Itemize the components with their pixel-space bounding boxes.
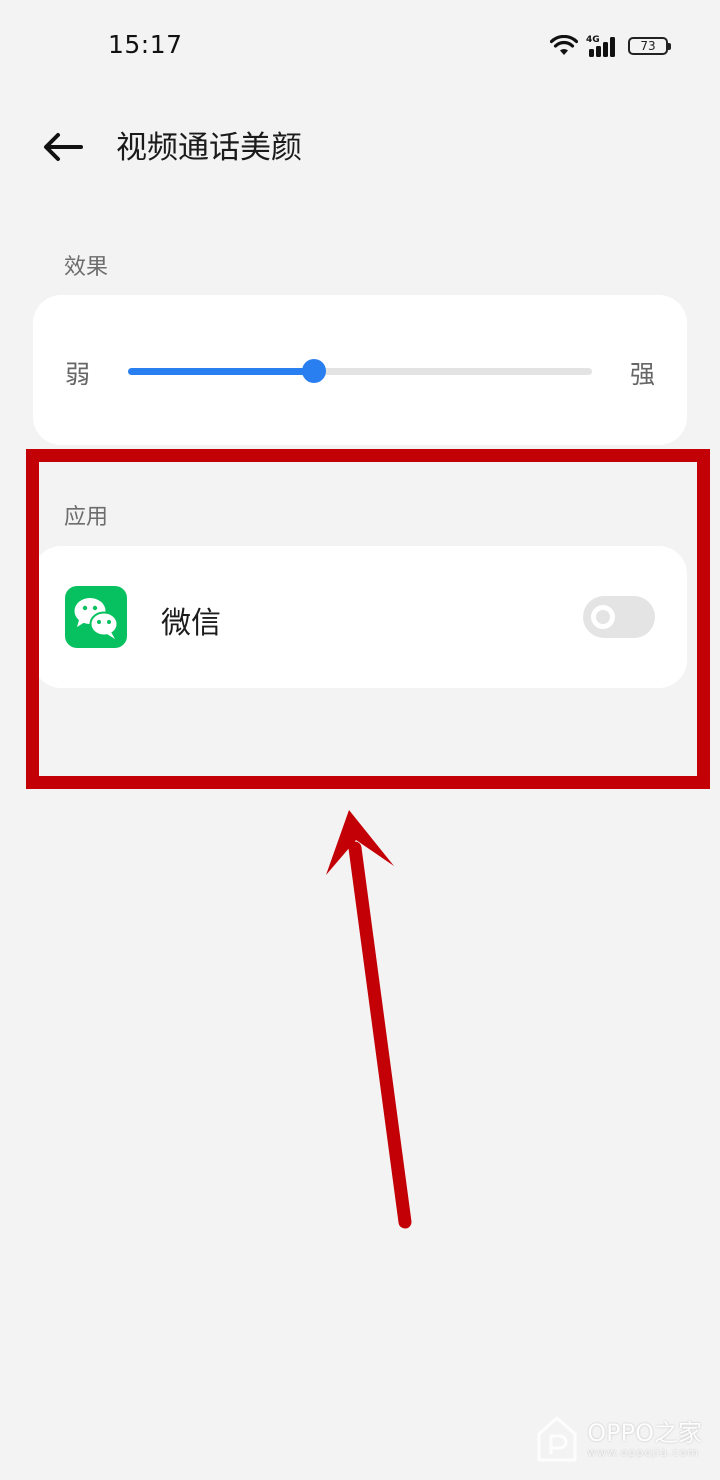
wifi-icon [550, 35, 578, 55]
status-time: 15:17 [108, 30, 183, 59]
effect-card: 弱 强 [33, 295, 687, 445]
annotation-arrow [326, 810, 412, 1229]
section-label-apps: 应用 [64, 505, 109, 530]
app-name: 微信 [161, 606, 221, 641]
watermark-text: OPPO之家 www.oppojia.com [587, 1420, 702, 1459]
network-type-label: 4G [586, 35, 600, 45]
watermark-url: www.oppojia.com [587, 1445, 700, 1459]
wechat-toggle[interactable] [583, 596, 655, 638]
battery-level: 73 [640, 39, 656, 53]
battery-icon: 73 [628, 37, 671, 55]
list-item-wechat[interactable]: 微信 [33, 546, 687, 688]
beauty-strength-slider[interactable] [128, 359, 592, 383]
slider-fill [128, 368, 314, 375]
arrow-left-icon [44, 133, 83, 161]
watermark: OPPO之家 www.oppojia.com [535, 1414, 702, 1464]
status-icons: 4G 73 [550, 32, 671, 60]
slider-max-label: 强 [629, 360, 655, 389]
slider-thumb[interactable] [301, 359, 326, 383]
watermark-title: OPPO之家 [587, 1418, 702, 1447]
toggle-knob [591, 605, 615, 629]
slider-min-label: 弱 [65, 360, 91, 389]
header: 视频通话美颜 [0, 100, 720, 190]
watermark-logo-icon [537, 1416, 577, 1462]
signal-icon: 4G [586, 35, 615, 57]
status-bar: 15:17 4G 73 [0, 0, 720, 90]
back-button[interactable] [40, 124, 86, 170]
section-label-effect: 效果 [64, 255, 109, 280]
apps-card: 微信 [33, 546, 687, 688]
page-title: 视频通话美颜 [116, 130, 302, 166]
wechat-icon [65, 586, 127, 648]
